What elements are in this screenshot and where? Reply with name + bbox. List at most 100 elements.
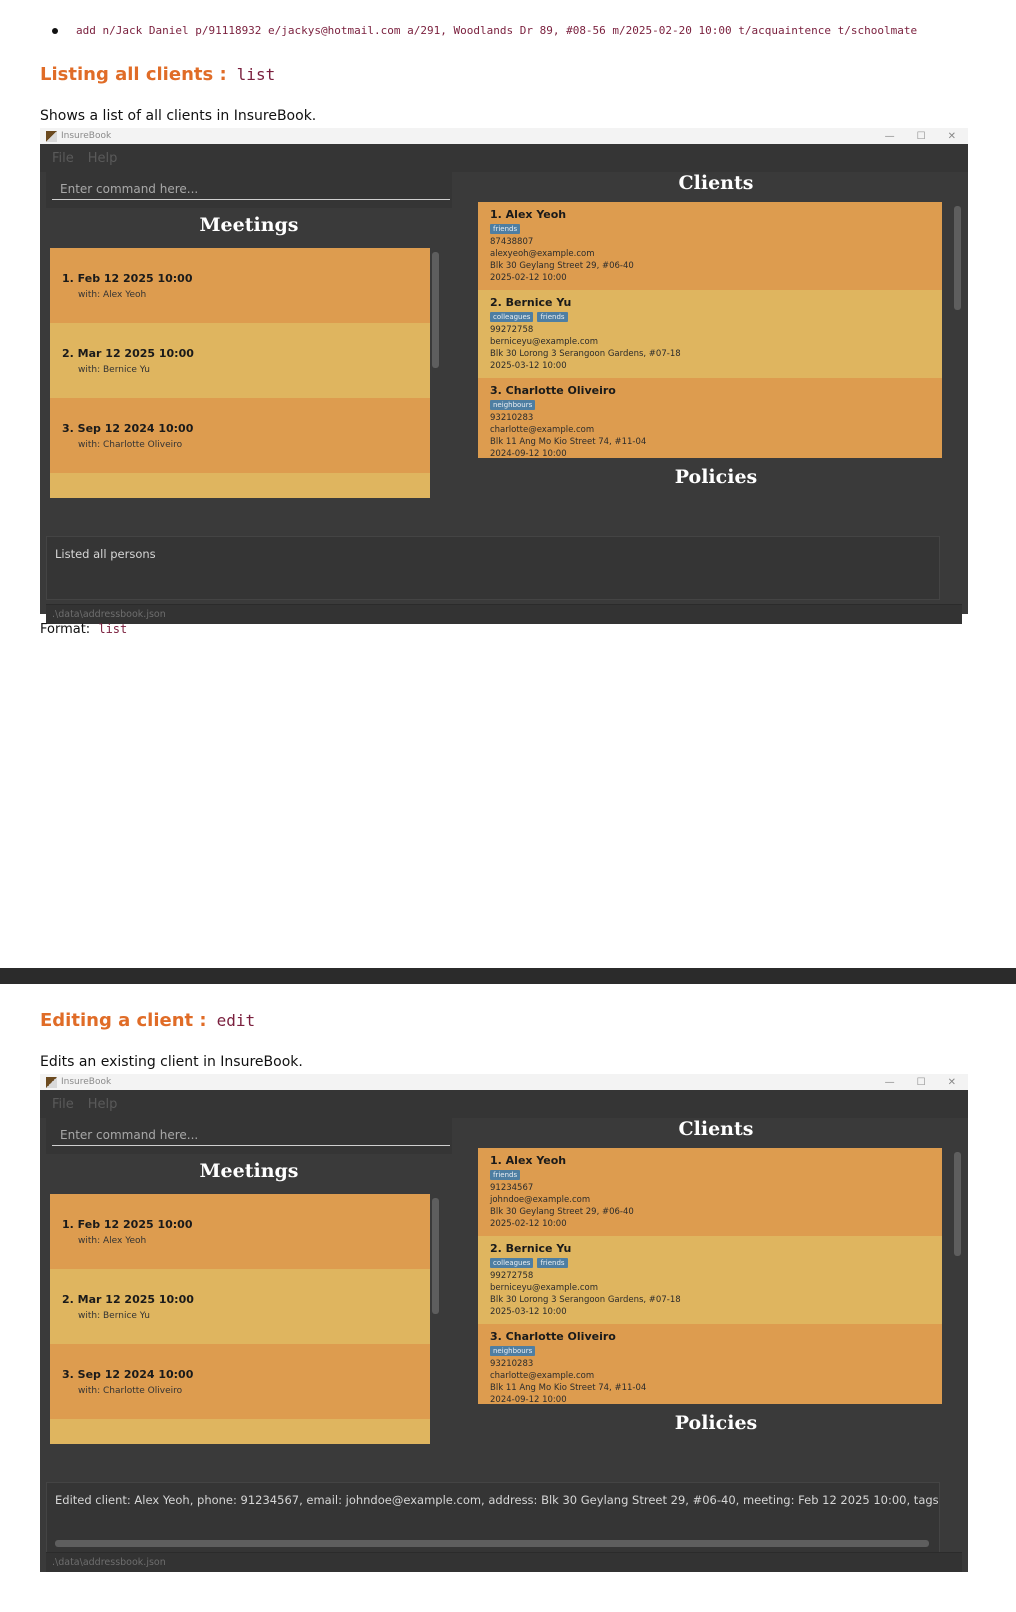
app-body: Meetings 1. Feb 12 2025 10:00 with: Alex… [40,172,968,624]
app-logo-icon [46,1076,57,1088]
client-email: johndoe@example.com [490,1195,591,1205]
client-name: 3. Charlotte Oliveiro [490,384,616,397]
clients-list[interactable]: 1. Alex Yeoh friends 91234567 johndoe@ex… [478,1148,942,1404]
section-heading-command: list [236,65,276,84]
section-description: Shows a list of all clients in InsureBoo… [40,108,317,124]
client-address: Blk 30 Lorong 3 Serangoon Gardens, #07-1… [490,349,681,359]
client-card[interactable]: 3. Charlotte Oliveiro neighbours 9321028… [478,1324,942,1404]
client-tag: friends [537,312,568,322]
meetings-list[interactable]: 1. Feb 12 2025 10:00 with: Alex Yeoh 2. … [50,1194,430,1444]
result-display: Edited client: Alex Yeoh, phone: 9123456… [46,1482,940,1556]
client-name: 1. Alex Yeoh [490,1154,567,1167]
format-line: Format: list [40,622,127,637]
meetings-list[interactable]: 1. Feb 12 2025 10:00 with: Alex Yeoh 2. … [50,248,430,498]
policies-title: Policies [674,1412,758,1434]
client-card[interactable]: 3. Charlotte Oliveiro neighbours 9321028… [478,378,942,458]
client-meeting: 2024-09-12 10:00 [490,449,567,458]
status-file-path: .\data\addressbook.json [52,609,166,620]
client-card[interactable]: 2. Bernice Yu colleagues friends 9927275… [478,1236,942,1324]
result-text: Edited client: Alex Yeoh, phone: 9123456… [55,1493,939,1507]
menu-bar: File Help [40,1090,968,1118]
client-meeting: 2025-02-12 10:00 [490,1219,567,1229]
window-titlebar: InsureBook — ☐ ✕ [40,128,968,144]
app-window: InsureBook — ☐ ✕ File Help Meetings 1. F… [40,1074,968,1572]
minimize-icon[interactable]: — [885,1077,895,1088]
client-tag: neighbours [490,1346,536,1356]
result-horizontal-scrollbar[interactable] [55,1540,929,1547]
client-email: charlotte@example.com [490,425,595,435]
client-address: Blk 11 Ang Mo Kio Street 74, #11-04 [490,1383,647,1393]
meeting-item[interactable]: 3. Sep 12 2024 10:00 with: Charlotte Oli… [50,398,430,473]
client-address: Blk 30 Geylang Street 29, #06-40 [490,261,634,271]
section-heading-edit: Editing a client : edit [40,1010,255,1031]
client-name: 1. Alex Yeoh [490,208,567,221]
client-email: berniceyu@example.com [490,337,598,347]
app-logo-icon [46,130,57,142]
meeting-item-partial [50,1419,430,1444]
client-phone: 93210283 [490,1359,534,1369]
format-label: Format: [40,622,91,637]
meeting-item[interactable]: 1. Feb 12 2025 10:00 with: Alex Yeoh [50,248,430,323]
format-command: list [98,622,128,636]
meeting-date: 3. Sep 12 2024 10:00 [62,1368,194,1381]
menu-help[interactable]: Help [88,1097,118,1112]
bullet-icon [52,27,58,34]
meeting-with: with: Bernice Yu [78,1311,150,1321]
meeting-item[interactable]: 2. Mar 12 2025 10:00 with: Bernice Yu [50,1269,430,1344]
meeting-with: with: Charlotte Oliveiro [78,1386,183,1396]
client-name: 2. Bernice Yu [490,296,572,309]
meeting-with: with: Charlotte Oliveiro [78,440,183,450]
clients-scrollbar[interactable] [954,1152,961,1256]
meeting-with: with: Alex Yeoh [78,1236,147,1246]
meetings-scrollbar[interactable] [432,252,439,368]
client-meeting: 2025-03-12 10:00 [490,1307,567,1317]
result-display: Listed all persons [46,536,940,600]
right-pane: Clients 1. Alex Yeoh friends 91234567 jo… [464,1118,968,1482]
command-box [46,1118,452,1154]
doc-page-1: add n/Jack Daniel p/91118932 e/jackys@ho… [0,0,1016,968]
menu-file[interactable]: File [52,151,74,166]
client-card[interactable]: 1. Alex Yeoh friends 87438807 alexyeoh@e… [478,202,942,290]
menu-file[interactable]: File [52,1097,74,1112]
client-tag: friends [537,1258,568,1268]
close-icon[interactable]: ✕ [948,1077,956,1088]
clients-list[interactable]: 1. Alex Yeoh friends 87438807 alexyeoh@e… [478,202,942,458]
maximize-icon[interactable]: ☐ [917,1077,926,1088]
meeting-date: 2. Mar 12 2025 10:00 [62,1293,194,1306]
app-window: InsureBook — ☐ ✕ File Help Meetings 1. F… [40,128,968,624]
doc-page-2: Editing a client : edit Edits an existin… [0,984,1016,1612]
maximize-icon[interactable]: ☐ [917,131,926,142]
menu-help[interactable]: Help [88,151,118,166]
status-bar: .\data\addressbook.json [46,604,962,624]
window-title: InsureBook [61,1077,112,1087]
command-input[interactable] [52,178,450,200]
client-card[interactable]: 1. Alex Yeoh friends 91234567 johndoe@ex… [478,1148,942,1236]
policies-title: Policies [674,466,758,488]
client-phone: 91234567 [490,1183,534,1193]
client-email: alexyeoh@example.com [490,249,595,259]
section-heading-text: Listing all clients : [40,64,227,85]
meeting-item[interactable]: 3. Sep 12 2024 10:00 with: Charlotte Oli… [50,1344,430,1419]
meeting-item-partial [50,473,430,498]
meeting-with: with: Alex Yeoh [78,290,147,300]
right-pane: Clients 1. Alex Yeoh friends 87438807 al… [464,172,968,536]
clients-scrollbar[interactable] [954,206,961,310]
clients-title: Clients [678,1118,754,1140]
client-email: charlotte@example.com [490,1371,595,1381]
client-phone: 99272758 [490,325,534,335]
result-text: Listed all persons [55,547,156,561]
meeting-item[interactable]: 1. Feb 12 2025 10:00 with: Alex Yeoh [50,1194,430,1269]
meeting-item[interactable]: 2. Mar 12 2025 10:00 with: Bernice Yu [50,323,430,398]
meetings-scrollbar[interactable] [432,1198,439,1314]
minimize-icon[interactable]: — [885,131,895,142]
command-input[interactable] [52,1124,450,1146]
client-name: 3. Charlotte Oliveiro [490,1330,616,1343]
window-title: InsureBook [61,131,112,141]
clients-title: Clients [678,172,754,194]
left-pane: Meetings 1. Feb 12 2025 10:00 with: Alex… [40,1118,458,1482]
client-phone: 93210283 [490,413,534,423]
close-icon[interactable]: ✕ [948,131,956,142]
left-pane: Meetings 1. Feb 12 2025 10:00 with: Alex… [40,172,458,536]
window-titlebar: InsureBook — ☐ ✕ [40,1074,968,1090]
client-card[interactable]: 2. Bernice Yu colleagues friends 9927275… [478,290,942,378]
